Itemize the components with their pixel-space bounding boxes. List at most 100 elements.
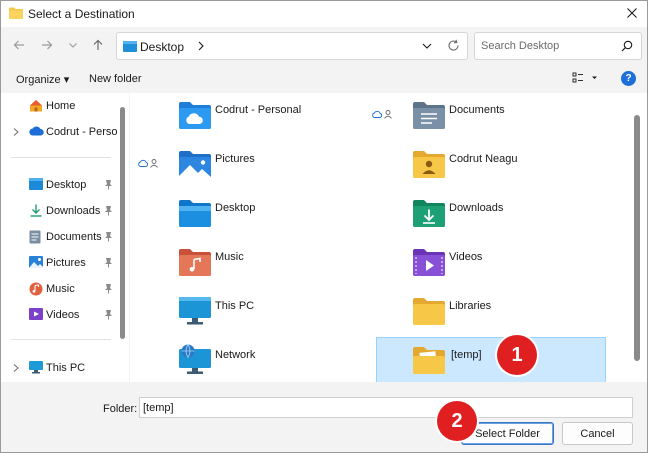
sidebar-item-label: Desktop bbox=[46, 179, 87, 191]
onedrive-cloud-icon bbox=[29, 125, 44, 139]
documents-folder-icon bbox=[412, 99, 446, 134]
chevron-down-icon bbox=[68, 39, 78, 53]
cancel-button[interactable]: Cancel bbox=[562, 422, 633, 445]
arrow-right-icon bbox=[41, 39, 53, 54]
scrollbar-thumb[interactable] bbox=[120, 107, 125, 339]
chevron-right-icon[interactable] bbox=[12, 362, 20, 376]
search-input[interactable] bbox=[481, 38, 616, 54]
desktop-folder-icon bbox=[29, 178, 43, 193]
folder-tile-label: Documents bbox=[449, 104, 505, 116]
folder-tile-onedrive[interactable]: Codrut - Personal bbox=[168, 95, 398, 141]
pin-icon[interactable] bbox=[104, 309, 113, 323]
arrow-up-icon bbox=[92, 39, 104, 54]
folder-label: Folder: bbox=[103, 403, 138, 415]
sidebar-item-label: This PC bbox=[46, 362, 86, 374]
desktop-folder-icon bbox=[178, 197, 212, 232]
pin-icon[interactable] bbox=[104, 179, 113, 193]
arrow-left-icon bbox=[13, 39, 25, 54]
sidebar-item-this-pc[interactable]: This PC bbox=[1, 357, 119, 379]
music-icon bbox=[29, 282, 43, 299]
folder-tile-documents[interactable]: Documents bbox=[372, 95, 632, 141]
sidebar-item-music[interactable]: Music bbox=[1, 278, 119, 300]
up-button[interactable] bbox=[88, 36, 108, 56]
temp-folder-icon bbox=[412, 344, 446, 379]
sidebar-item-pictures[interactable]: Pictures bbox=[1, 252, 119, 274]
folder-tile-downloads[interactable]: Downloads bbox=[402, 193, 632, 239]
search-box[interactable] bbox=[474, 32, 642, 60]
pin-icon[interactable] bbox=[104, 205, 113, 219]
chevron-right-icon[interactable] bbox=[196, 40, 206, 55]
title-bar: Select a Destination bbox=[1, 1, 647, 27]
folder-name-input[interactable] bbox=[139, 397, 633, 418]
address-bar[interactable]: Desktop bbox=[116, 32, 468, 60]
folder-tile-this-pc[interactable]: This PC bbox=[168, 291, 398, 337]
sidebar-item-label: Documents bbox=[46, 231, 102, 243]
documents-icon bbox=[29, 230, 41, 247]
sidebar-scrollbar[interactable] bbox=[120, 103, 125, 373]
scrollbar-thumb[interactable] bbox=[634, 115, 640, 361]
pin-icon[interactable] bbox=[104, 283, 113, 297]
folder-tile-music[interactable]: Music bbox=[168, 242, 398, 288]
address-location: Desktop bbox=[140, 40, 185, 54]
folder-tile-videos[interactable]: Videos bbox=[402, 242, 632, 288]
forward-button[interactable] bbox=[37, 36, 57, 56]
this-pc-icon bbox=[29, 361, 43, 377]
folder-tile-label: Pictures bbox=[215, 153, 255, 165]
pictures-folder-icon bbox=[178, 148, 212, 183]
organize-button[interactable]: Organize ▾ bbox=[16, 73, 69, 86]
recent-locations-button[interactable] bbox=[63, 36, 83, 56]
sidebar-item-label: Music bbox=[46, 283, 75, 295]
content-scrollbar[interactable] bbox=[634, 107, 640, 375]
sidebar-item-onedrive[interactable]: Codrut - Personal bbox=[1, 121, 119, 143]
folder-tile-temp[interactable]: [temp] bbox=[376, 337, 606, 383]
window-title: Select a Destination bbox=[28, 7, 135, 21]
search-icon[interactable] bbox=[621, 40, 633, 55]
sidebar-item-videos[interactable]: Videos bbox=[1, 304, 119, 326]
sidebar-item-label: Videos bbox=[46, 309, 80, 321]
new-folder-button[interactable]: New folder bbox=[89, 73, 142, 85]
folder-tile-pictures[interactable]: Pictures bbox=[138, 144, 398, 190]
folder-tile-label: Downloads bbox=[449, 202, 504, 214]
sidebar-divider bbox=[11, 157, 111, 158]
person-icon bbox=[384, 110, 392, 119]
folder-tile-desktop[interactable]: Desktop bbox=[168, 193, 398, 239]
downloads-icon bbox=[29, 204, 43, 220]
folder-tile-label: This PC bbox=[215, 300, 255, 312]
chevron-right-icon[interactable] bbox=[12, 126, 20, 140]
user-folder-icon bbox=[412, 148, 446, 183]
folder-tile-libraries[interactable]: Libraries bbox=[402, 291, 632, 337]
annotation-marker-1: 1 bbox=[497, 335, 537, 375]
person-icon bbox=[150, 159, 158, 168]
sidebar-item-documents[interactable]: Documents bbox=[1, 226, 119, 248]
downloads-folder-icon bbox=[412, 197, 446, 232]
chevron-down-icon[interactable] bbox=[421, 40, 433, 55]
dialog-window: Select a Destination Desktop Search Desk… bbox=[0, 0, 648, 453]
folder-icon bbox=[9, 7, 23, 22]
back-button[interactable] bbox=[9, 36, 29, 56]
sidebar-item-downloads[interactable]: Downloads bbox=[1, 200, 119, 222]
folder-view: Codrut - Personal Documents Pictures Cod… bbox=[130, 93, 647, 383]
folder-tile-network[interactable]: Network bbox=[168, 340, 398, 386]
folder-tile-label: Desktop bbox=[215, 202, 256, 214]
refresh-icon[interactable] bbox=[447, 39, 460, 55]
sidebar-item-desktop[interactable]: Desktop bbox=[1, 174, 119, 196]
close-icon bbox=[627, 7, 637, 21]
command-bar: Organize ▾ New folder ? bbox=[1, 65, 647, 93]
folder-tile-label: Libraries bbox=[449, 300, 492, 312]
sidebar-item-label: Codrut - Personal bbox=[46, 126, 117, 138]
network-icon bbox=[178, 344, 212, 379]
close-button[interactable] bbox=[617, 1, 647, 27]
sidebar-item-home[interactable]: Home bbox=[1, 95, 119, 117]
music-folder-icon bbox=[178, 246, 212, 281]
sidebar-item-label: Pictures bbox=[46, 257, 86, 269]
pin-icon[interactable] bbox=[104, 257, 113, 271]
sidebar-divider bbox=[11, 339, 111, 340]
folder-tile-label: Codrut - Personal bbox=[215, 104, 302, 116]
view-options-button[interactable] bbox=[572, 71, 598, 88]
help-button[interactable]: ? bbox=[621, 71, 636, 86]
pin-icon[interactable] bbox=[104, 231, 113, 245]
folder-tile-user[interactable]: Codrut Neagu bbox=[402, 144, 632, 190]
folder-tile-label: [temp] bbox=[451, 349, 482, 361]
cloud-icon bbox=[372, 110, 382, 118]
onedrive-folder-icon bbox=[178, 99, 212, 134]
